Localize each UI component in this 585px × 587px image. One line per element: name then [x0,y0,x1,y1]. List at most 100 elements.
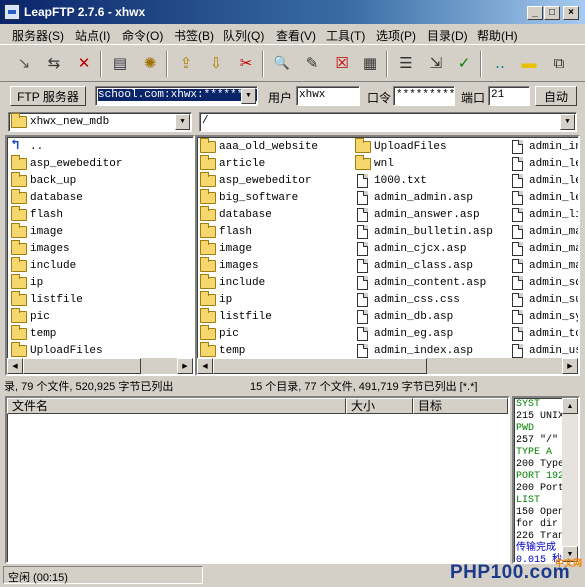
scroll-thumb[interactable] [23,358,141,374]
list-item[interactable]: admin_suf [510,291,578,308]
menu-view[interactable]: 查看(V) [276,27,316,44]
local-file-list[interactable]: ↰.. asp_ewebeditor back_up database flash im… [5,135,195,376]
folder-icon[interactable]: ▬ [517,51,541,75]
list-item[interactable]: database [200,205,272,223]
list-item[interactable]: images [200,256,259,274]
list-item[interactable]: flash [200,222,252,240]
properties-icon[interactable]: ▦ [358,51,382,75]
cancel-icon[interactable]: ☒ [330,51,354,75]
menu-site[interactable]: 站点(I) [75,27,110,44]
list-item[interactable]: admin_eg.asp [355,325,453,342]
scroll-left-icon[interactable]: ◀ [7,358,23,374]
menu-directory[interactable]: 目录(D) [427,27,468,44]
scroll-thumb[interactable] [213,358,427,374]
auto-button[interactable]: 自动 [535,86,577,106]
scroll-up-icon[interactable]: ▲ [562,398,578,414]
remote-path-combo[interactable]: / ▼ [199,112,577,132]
list-item[interactable]: admin_lin [510,206,578,223]
list-item[interactable]: database [11,188,83,206]
list-item[interactable]: image [200,239,252,257]
column-target[interactable]: 目标 [413,398,508,414]
remote-hscrollbar[interactable]: ◀ ▶ [197,358,578,374]
local-path-combo[interactable]: xhwx_new_mdb ▼ [8,112,192,132]
transfer-icon[interactable]: ⇲ [424,51,448,75]
list-item[interactable]: include [11,256,76,274]
list-item[interactable]: 1000.txt [355,172,427,189]
chevron-down-icon[interactable]: ▼ [241,88,256,104]
remote-file-list[interactable]: aaa_old_website article asp_ewebeditor big_… [195,135,580,376]
list-item[interactable]: pic [200,324,239,342]
ftp-server-button[interactable]: FTP 服务器 [10,86,86,106]
password-input[interactable]: ********* [393,86,455,106]
column-filename[interactable]: 文件名 [7,398,346,414]
upload-icon[interactable]: ⇪ [174,51,198,75]
find-icon[interactable]: 🔍 [270,51,294,75]
download-icon[interactable]: ⇩ [204,51,228,75]
queue-icon[interactable]: ☰ [394,51,418,75]
disconnect-icon[interactable]: ✕ [72,51,96,75]
list-item[interactable]: temp [11,324,56,342]
list-item[interactable]: admin_man [510,257,578,274]
list-item[interactable]: images [11,239,70,257]
list-item[interactable]: admin_mai [510,223,578,240]
dots-icon[interactable]: ‥ [488,51,512,75]
menu-options[interactable]: 选项(P) [376,27,416,44]
chevron-down-icon[interactable]: ▼ [175,114,190,130]
list-item[interactable]: admin_lef [510,155,578,172]
menu-command[interactable]: 命令(O) [122,27,163,44]
list-item[interactable]: admin_index.asp [355,342,473,359]
menu-server[interactable]: 服务器(S) [12,27,64,44]
list-item[interactable]: back_up [11,171,76,189]
list-item[interactable]: listfile [11,290,83,308]
edit-icon[interactable]: ✎ [300,51,324,75]
list-item[interactable]: admin_top [510,325,578,342]
connect-icon[interactable]: ↘ [12,51,36,75]
list-item[interactable]: admin_css.css [355,291,460,308]
list-item[interactable]: admin_db.asp [355,308,453,325]
list-item[interactable]: admin_content.asp [355,274,486,291]
settings-gear-icon[interactable]: ✺ [138,51,162,75]
maximize-button[interactable]: □ [544,6,560,20]
log-vscrollbar[interactable]: ▲ ▼ [562,398,578,562]
list-item[interactable]: admin_class.asp [355,257,473,274]
list-item[interactable]: ip [11,273,43,291]
list-item[interactable]: admin_lef [510,189,578,206]
list-item[interactable]: image [11,222,63,240]
list-item[interactable]: flash [11,205,63,223]
list-item[interactable]: listfile [200,307,272,325]
list-item[interactable]: admin_sys [510,308,578,325]
menu-queue[interactable]: 队列(Q) [223,27,264,44]
maximize-icon[interactable]: ⧉ [547,51,571,75]
scroll-right-icon[interactable]: ▶ [177,358,193,374]
list-item[interactable]: ip [200,290,232,308]
scroll-left-icon[interactable]: ◀ [197,358,213,374]
menu-bookmark[interactable]: 书签(B) [174,27,214,44]
minimize-button[interactable]: _ [527,6,543,20]
transfer-queue[interactable]: 文件名 大小 目标 [5,396,510,564]
chevron-down-icon[interactable]: ▼ [560,114,575,130]
list-item[interactable]: asp_ewebeditor [11,154,122,172]
list-item[interactable]: aaa_old_website [200,137,318,155]
local-hscrollbar[interactable]: ◀ ▶ [7,358,193,374]
menu-tools[interactable]: 工具(T) [326,27,365,44]
list-item[interactable]: admin_sql [510,274,578,291]
list-item[interactable]: admin_bulletin.asp [355,223,493,240]
port-input[interactable]: 21 [488,86,530,106]
list-item[interactable]: wnl [355,154,394,172]
list-item[interactable]: admin_cjcx.asp [355,240,466,257]
list-item[interactable]: article [200,154,265,172]
chart-icon[interactable]: ✓ [452,51,476,75]
list-item[interactable]: big_software [200,188,298,206]
log-panel[interactable]: SYST 215 UNIX PWD 257 "/" TYPE A 200 Type PORT… [512,396,580,564]
list-item[interactable]: admin_admin.asp [355,189,473,206]
list-item[interactable]: include [200,273,265,291]
menu-help[interactable]: 帮助(H) [477,27,518,44]
close-button[interactable]: × [563,6,579,20]
list-item[interactable]: pic [11,307,50,325]
scroll-right-icon[interactable]: ▶ [562,358,578,374]
list-item[interactable]: UploadFiles [355,137,447,155]
column-size[interactable]: 大小 [346,398,413,414]
user-input[interactable]: xhwx [296,86,360,106]
list-item[interactable]: admin_inv [510,138,578,155]
list-item[interactable]: temp [200,341,245,359]
